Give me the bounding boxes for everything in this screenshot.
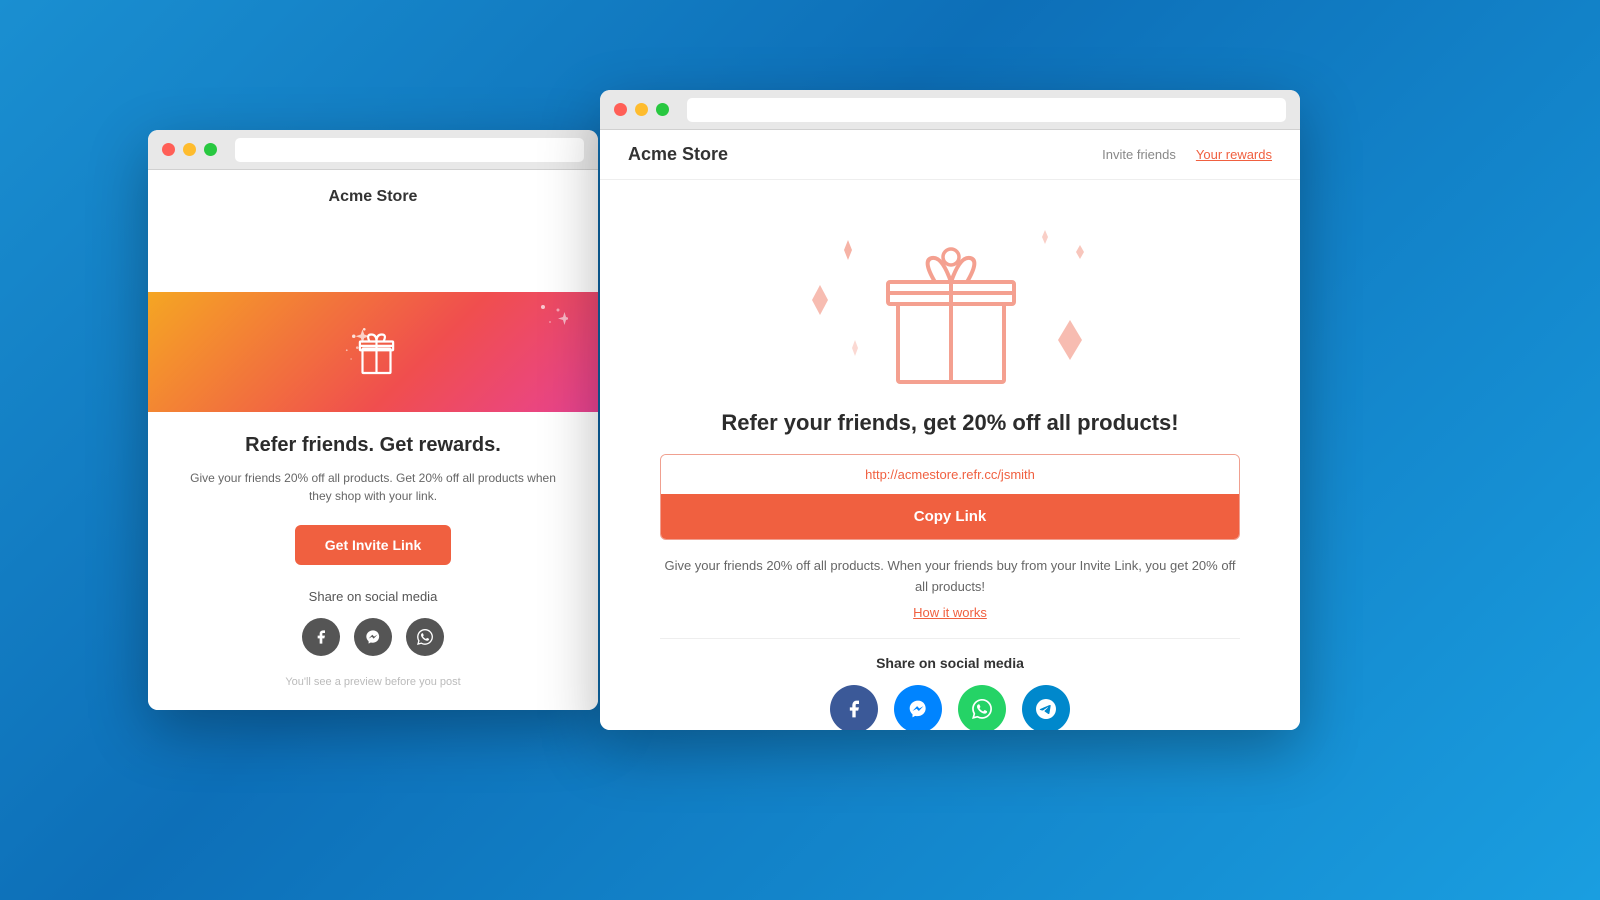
back-invite-button[interactable]: Get Invite Link <box>295 525 451 565</box>
back-whatsapp-icon[interactable] <box>406 618 444 656</box>
front-telegram-icon[interactable] <box>1022 685 1070 730</box>
front-body: Refer your friends, get 20% off all prod… <box>600 180 1300 730</box>
back-sub-text: Give your friends 20% off all products. … <box>178 469 568 505</box>
nav-invite-friends[interactable]: Invite friends <box>1102 147 1176 162</box>
front-nav-links: Invite friends Your rewards <box>1102 147 1272 162</box>
back-main-title: Refer friends. Get rewards. <box>178 434 568 457</box>
front-titlebar <box>600 90 1300 130</box>
front-desc-text: Give your friends 20% off all products. … <box>660 556 1240 598</box>
front-messenger-icon[interactable] <box>894 685 942 730</box>
front-facebook-icon[interactable] <box>830 685 878 730</box>
back-store-title: Acme Store <box>178 170 568 220</box>
front-browser-window: Acme Store Invite friends Your rewards <box>600 90 1300 730</box>
back-hero-banner <box>148 292 598 412</box>
back-facebook-icon[interactable] <box>302 618 340 656</box>
divider <box>660 638 1240 639</box>
back-urlbar[interactable] <box>235 138 584 162</box>
front-urlbar[interactable] <box>687 98 1286 122</box>
how-it-works-link[interactable]: How it works <box>913 605 987 620</box>
front-nav-logo: Acme Store <box>628 144 728 165</box>
front-browser-content: Acme Store Invite friends Your rewards <box>600 130 1300 730</box>
back-banner-sparkles <box>538 302 568 332</box>
nav-your-rewards[interactable]: Your rewards <box>1196 147 1272 162</box>
front-gift-svg <box>740 200 1160 400</box>
front-tl-red[interactable] <box>614 103 627 116</box>
back-gift-icon <box>338 317 408 387</box>
referral-box: http://acmestore.refr.cc/jsmith Copy Lin… <box>660 454 1240 540</box>
front-whatsapp-icon[interactable] <box>958 685 1006 730</box>
back-social-icons <box>178 618 568 656</box>
front-nav: Acme Store Invite friends Your rewards <box>600 130 1300 180</box>
back-tl-green[interactable] <box>204 143 217 156</box>
back-tl-yellow[interactable] <box>183 143 196 156</box>
front-tl-yellow[interactable] <box>635 103 648 116</box>
back-share-label: Share on social media <box>178 589 568 604</box>
front-tl-green[interactable] <box>656 103 669 116</box>
back-tl-red[interactable] <box>162 143 175 156</box>
back-preview-text: You'll see a preview before you post <box>178 676 568 688</box>
front-share-label: Share on social media <box>660 655 1240 671</box>
referral-url: http://acmestore.refr.cc/jsmith <box>661 455 1239 494</box>
back-messenger-icon[interactable] <box>354 618 392 656</box>
copy-link-button[interactable]: Copy Link <box>661 494 1239 539</box>
back-titlebar <box>148 130 598 170</box>
back-browser-window: Acme Store <box>148 130 598 710</box>
front-social-icons <box>660 685 1240 730</box>
gift-illustration <box>660 200 1240 400</box>
back-browser-content: Acme Store <box>148 170 598 710</box>
front-main-title: Refer your friends, get 20% off all prod… <box>660 410 1240 436</box>
